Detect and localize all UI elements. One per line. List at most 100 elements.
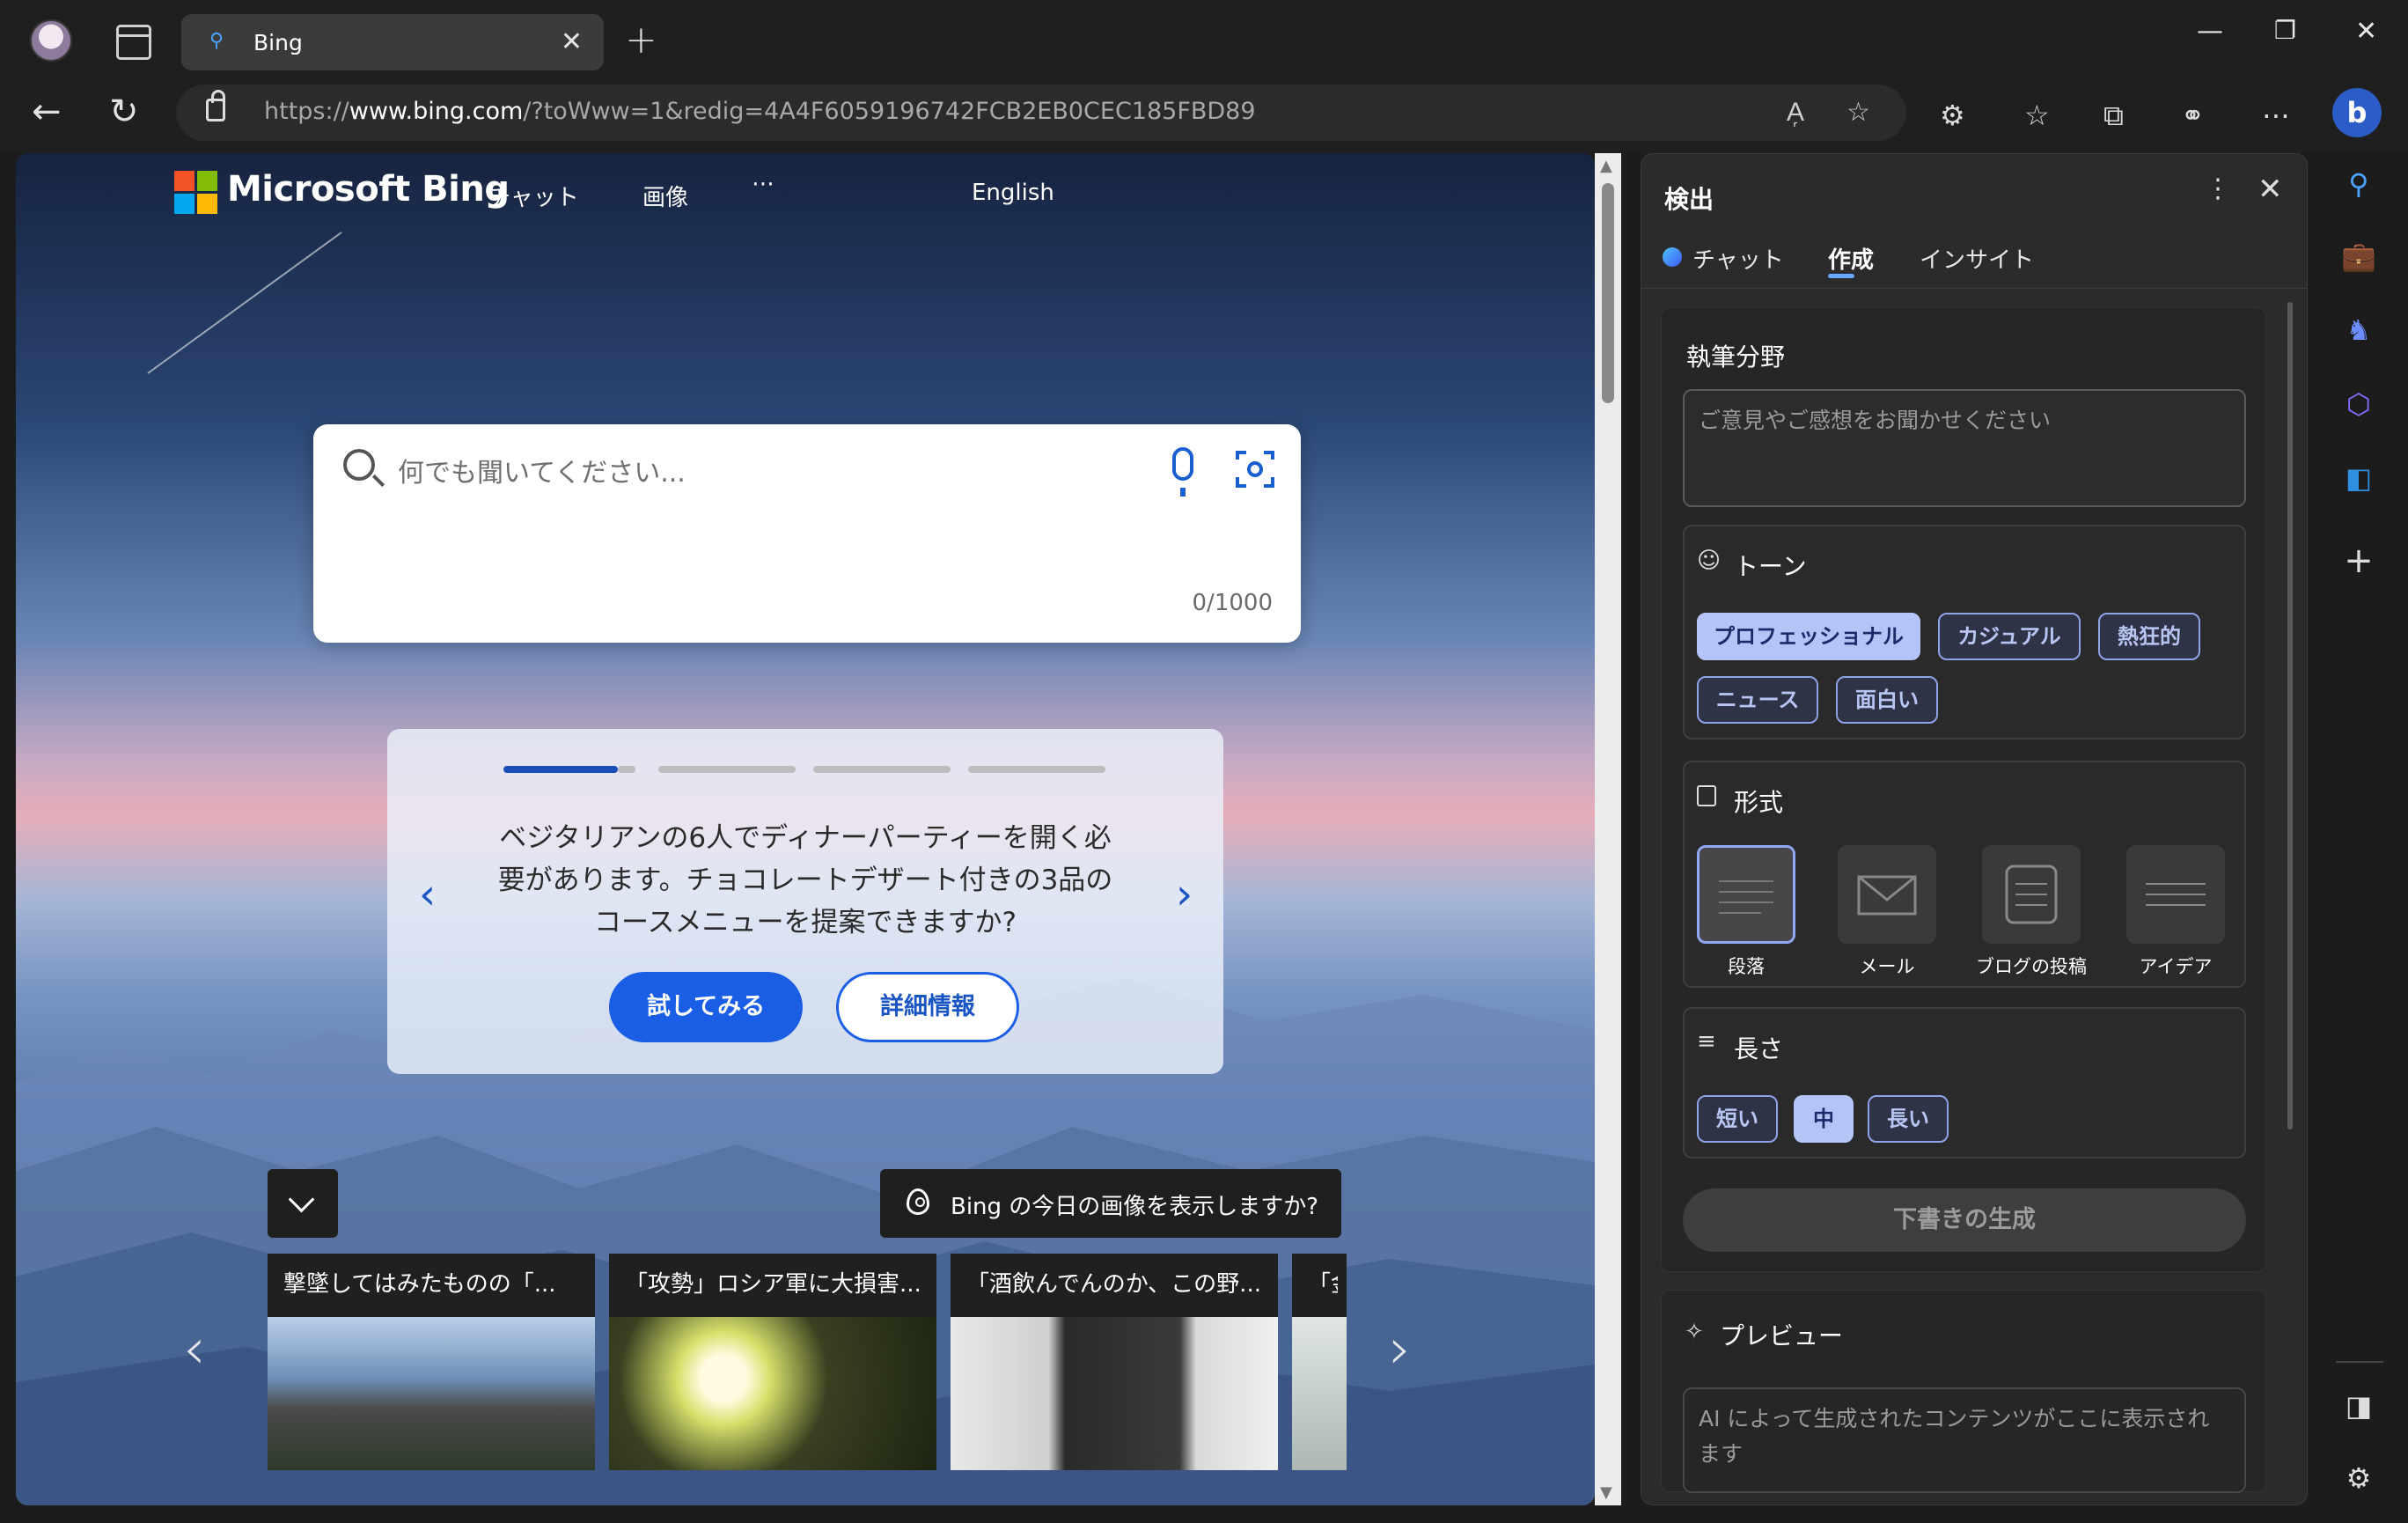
carousel-progress-1[interactable] <box>503 766 618 773</box>
tab-title: Bing <box>253 30 303 55</box>
search-icon[interactable]: ⚲ <box>2341 167 2376 202</box>
bottom-edge <box>0 1505 2408 1523</box>
scroll-down-icon[interactable]: ▼ <box>1600 1483 1612 1502</box>
url-bar[interactable]: https://www.bing.com/?toWww=1&redig=4A4F… <box>176 85 1906 141</box>
microphone-icon[interactable] <box>1172 447 1193 497</box>
format-paragraph-option[interactable] <box>1697 845 1795 944</box>
tone-professional[interactable]: プロフェッショナル <box>1697 613 1920 660</box>
tab-close-icon[interactable]: ✕ <box>561 26 583 57</box>
topic-label: 執筆分野 <box>1686 342 1786 372</box>
panel-title: 検出 <box>1664 185 1714 214</box>
learn-more-button[interactable]: 詳細情報 <box>836 972 1019 1042</box>
length-long[interactable]: 長い <box>1868 1095 1949 1143</box>
news-title: 「攻勢」ロシア軍に大損害... <box>625 1271 921 1298</box>
nav-chat[interactable]: チャット <box>488 180 579 212</box>
topic-placeholder: ご意見やご感想をお聞かせください <box>1699 408 2052 433</box>
office-icon[interactable]: ⬡ <box>2341 387 2376 423</box>
carousel-progress-3[interactable] <box>813 766 951 773</box>
tab-chat[interactable]: チャット <box>1692 242 1784 275</box>
copilot-icon[interactable]: b <box>2332 88 2382 137</box>
tone-news[interactable]: ニュース <box>1697 676 1818 724</box>
minimize-icon[interactable]: — <box>2197 16 2223 47</box>
topic-textarea[interactable]: ご意見やご感想をお聞かせください <box>1683 389 2246 507</box>
share-icon[interactable]: ⚭ <box>2181 99 2205 132</box>
tone-casual[interactable]: カジュアル <box>1938 613 2081 660</box>
news-card[interactable]: 「攻勢」ロシア軍に大損害... <box>609 1254 936 1470</box>
outlook-icon[interactable]: ◧ <box>2341 461 2376 497</box>
try-button[interactable]: 試してみる <box>609 972 803 1042</box>
restore-icon[interactable]: ❐ <box>2274 16 2296 45</box>
tab-bing[interactable]: ⚲ Bing ✕ <box>181 14 604 70</box>
nav-english[interactable]: English <box>972 180 1054 206</box>
format-paragraph[interactable]: 段落 <box>1680 953 1812 979</box>
url-text[interactable]: https://www.bing.com/?toWww=1&redig=4A4F… <box>264 98 1256 125</box>
news-prev-icon[interactable]: ‹ <box>183 1317 206 1382</box>
format-ideas[interactable]: アイデア <box>2110 953 2242 979</box>
preview-section: ✧ プレビュー AI によって生成されたコンテンツがここに表示されます <box>1661 1290 2266 1493</box>
lock-icon[interactable] <box>206 90 225 121</box>
chat-tab-icon <box>1663 247 1682 267</box>
read-aloud-icon[interactable]: A᷊ <box>1787 97 1804 128</box>
window-close-icon[interactable]: ✕ <box>2355 16 2377 47</box>
news-next-icon[interactable]: › <box>1389 1317 1412 1382</box>
tab-insight[interactable]: インサイト <box>1920 242 2034 275</box>
carousel-progress-4[interactable] <box>968 766 1105 773</box>
nav-more-icon[interactable]: ⋯ <box>752 171 775 197</box>
search-box[interactable]: 何でも聞いてください... 0/1000 <box>313 424 1301 643</box>
news-image <box>268 1317 595 1470</box>
mail-icon <box>1857 875 1917 916</box>
add-favorite-icon[interactable]: ☆ <box>1846 97 1870 128</box>
carousel-progress-2[interactable] <box>658 766 796 773</box>
profile-avatar[interactable] <box>30 19 72 62</box>
format-email-option[interactable] <box>1838 845 1936 944</box>
tone-funny[interactable]: 面白い <box>1836 676 1938 724</box>
visual-search-icon[interactable] <box>1234 447 1276 489</box>
shopping-icon[interactable]: 💼 <box>2341 239 2376 275</box>
microsoft-logo[interactable] <box>174 171 218 215</box>
new-tab-plus-icon[interactable]: + <box>625 18 657 63</box>
length-short[interactable]: 短い <box>1697 1095 1778 1143</box>
news-card[interactable]: 「金 <box>1292 1254 1347 1470</box>
page-scrollbar[interactable]: ▲ ▼ <box>1595 153 1621 1505</box>
panel-scrollbar[interactable] <box>2287 302 2293 1129</box>
generate-draft-button[interactable]: 下書きの生成 <box>1683 1188 2246 1252</box>
back-arrow-icon[interactable]: ← <box>32 92 62 132</box>
scrollbar-thumb[interactable] <box>1602 183 1614 403</box>
favorites-icon[interactable]: ☆ <box>2024 99 2050 132</box>
format-blog-option[interactable] <box>1982 845 2081 944</box>
sidebar-toggle-icon[interactable]: ◨ <box>2341 1389 2376 1424</box>
tone-icon: ☺ <box>1697 548 1722 574</box>
format-ideas-option[interactable] <box>2126 845 2225 944</box>
format-blog[interactable]: ブログの投稿 <box>1965 953 2097 979</box>
tone-section: ☺ トーン プロフェッショナル カジュアル 熱狂的 ニュース 面白い <box>1683 525 2246 739</box>
tone-enthusiastic[interactable]: 熱狂的 <box>2098 613 2200 660</box>
nav-images[interactable]: 画像 <box>642 180 688 212</box>
news-image <box>1292 1317 1347 1470</box>
panel-close-icon[interactable]: ✕ <box>2258 172 2283 207</box>
daily-image-button[interactable]: Bing の今日の画像を表示しますか? <box>880 1169 1341 1238</box>
extensions-icon[interactable]: ⚙ <box>1940 99 1965 132</box>
scroll-up-icon[interactable]: ▲ <box>1600 157 1612 175</box>
more-menu-icon[interactable]: ⋯ <box>2262 99 2290 132</box>
add-icon[interactable]: + <box>2341 541 2376 581</box>
brand-title[interactable]: Microsoft Bing <box>227 169 510 210</box>
format-email[interactable]: メール <box>1821 953 1953 979</box>
magic-wand-icon: ✧ <box>1685 1319 1704 1345</box>
tab-compose[interactable]: 作成 <box>1828 242 1874 275</box>
panel-more-icon[interactable]: ⋮ <box>2205 173 2231 204</box>
length-section: ≡ 長さ 短い 中 長い <box>1683 1007 2246 1159</box>
length-medium[interactable]: 中 <box>1794 1095 1854 1143</box>
tab-actions-icon[interactable] <box>116 25 151 60</box>
news-card[interactable]: 「酒飲んでんのか、この野... <box>951 1254 1278 1470</box>
news-card[interactable]: 撃墜してはみたものの「... <box>268 1254 595 1470</box>
settings-icon[interactable]: ⚙ <box>2341 1461 2376 1497</box>
collections-icon[interactable]: ⧉ <box>2103 99 2124 133</box>
carousel-prev-icon[interactable]: ‹ <box>419 870 436 919</box>
refresh-icon[interactable]: ↻ <box>109 92 139 132</box>
carousel-next-icon[interactable]: › <box>1176 870 1193 919</box>
games-icon[interactable]: ♞ <box>2341 313 2376 349</box>
paragraph-icon <box>1719 880 1773 914</box>
search-input[interactable]: 何でも聞いてください... <box>398 451 686 489</box>
panel-divider <box>1641 288 2307 289</box>
collapse-chevron-icon[interactable] <box>268 1169 338 1238</box>
